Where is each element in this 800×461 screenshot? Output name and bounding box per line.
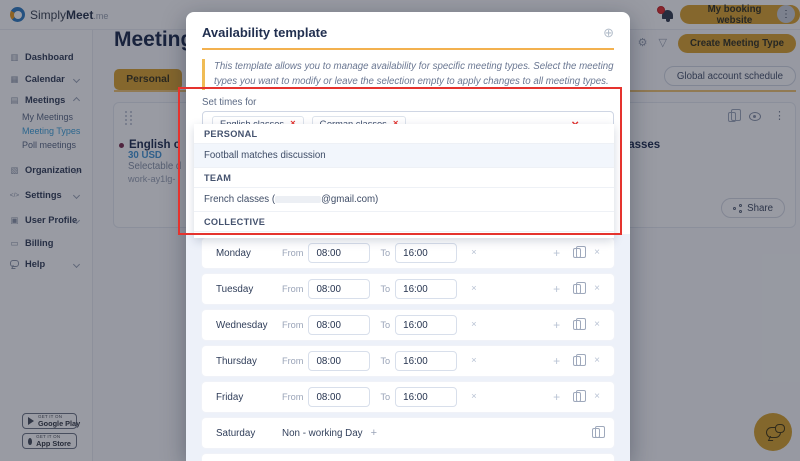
add-interval-icon[interactable]: + bbox=[553, 355, 560, 367]
copy-day-icon[interactable] bbox=[592, 425, 605, 438]
remove-interval-icon[interactable]: × bbox=[471, 284, 477, 294]
day-row-sunday: Sunday Non - working Day + bbox=[202, 454, 614, 461]
add-interval-icon[interactable]: + bbox=[371, 427, 377, 439]
dropdown-group-team: TEAM bbox=[194, 168, 614, 188]
copy-day-icon[interactable] bbox=[573, 353, 587, 366]
from-time-input[interactable] bbox=[308, 315, 371, 335]
dropdown-group-personal: PERSONAL bbox=[194, 124, 614, 144]
to-time-input[interactable] bbox=[395, 243, 458, 263]
dropdown-option-football[interactable]: Football matches discussion bbox=[194, 144, 614, 168]
remove-interval-icon[interactable]: × bbox=[471, 392, 477, 402]
from-time-input[interactable] bbox=[308, 279, 371, 299]
dropdown-option-collective-meeting[interactable]: Collective meeting bbox=[194, 232, 614, 238]
to-time-input[interactable] bbox=[395, 279, 458, 299]
add-interval-icon[interactable]: + bbox=[553, 283, 560, 295]
copy-day-icon[interactable] bbox=[573, 389, 587, 402]
redacted-email bbox=[275, 195, 322, 203]
remove-interval-icon[interactable]: × bbox=[471, 320, 477, 330]
copy-day-icon[interactable] bbox=[573, 317, 587, 330]
dropdown-option-french-classes[interactable]: French classes (@gmail.com) bbox=[194, 188, 614, 212]
clear-day-icon[interactable]: × bbox=[594, 392, 600, 402]
copy-day-icon[interactable] bbox=[573, 281, 587, 294]
availability-template-modal: Availability template ⊕ This template al… bbox=[186, 12, 630, 461]
from-time-input[interactable] bbox=[308, 243, 371, 263]
modal-description: This template allows you to manage avail… bbox=[202, 59, 614, 91]
modal-title-divider bbox=[202, 48, 614, 50]
remove-interval-icon[interactable]: × bbox=[471, 248, 477, 258]
modal-title: Availability template bbox=[202, 25, 328, 40]
day-row-tuesday: Tuesday From To × + × bbox=[202, 274, 614, 304]
remove-interval-icon[interactable]: × bbox=[471, 356, 477, 366]
set-times-label: Set times for bbox=[202, 97, 257, 109]
to-time-input[interactable] bbox=[395, 387, 458, 407]
meeting-types-dropdown: PERSONAL Football matches discussion TEA… bbox=[194, 124, 614, 238]
from-time-input[interactable] bbox=[308, 351, 371, 371]
day-row-wednesday: Wednesday From To × + × bbox=[202, 310, 614, 340]
clear-day-icon[interactable]: × bbox=[594, 248, 600, 258]
weekly-schedule: Monday From To × + × Tuesday From To × bbox=[202, 238, 614, 461]
add-interval-icon[interactable]: + bbox=[553, 391, 560, 403]
day-row-friday: Friday From To × + × bbox=[202, 382, 614, 412]
to-time-input[interactable] bbox=[395, 315, 458, 335]
day-row-saturday: Saturday Non - working Day + bbox=[202, 418, 614, 448]
to-time-input[interactable] bbox=[395, 351, 458, 371]
dropdown-group-collective: COLLECTIVE bbox=[194, 212, 614, 232]
from-time-input[interactable] bbox=[308, 387, 371, 407]
clear-day-icon[interactable]: × bbox=[594, 356, 600, 366]
app-root: SimplyMeet.me My booking website ⋮ ▥ Das… bbox=[0, 0, 800, 461]
add-interval-icon[interactable]: + bbox=[553, 247, 560, 259]
day-row-monday: Monday From To × + × bbox=[202, 238, 614, 268]
copy-day-icon[interactable] bbox=[573, 245, 587, 258]
add-interval-icon[interactable]: ⊕ bbox=[603, 26, 614, 39]
add-interval-icon[interactable]: + bbox=[553, 319, 560, 331]
day-row-thursday: Thursday From To × + × bbox=[202, 346, 614, 376]
clear-day-icon[interactable]: × bbox=[594, 284, 600, 294]
clear-day-icon[interactable]: × bbox=[594, 320, 600, 330]
